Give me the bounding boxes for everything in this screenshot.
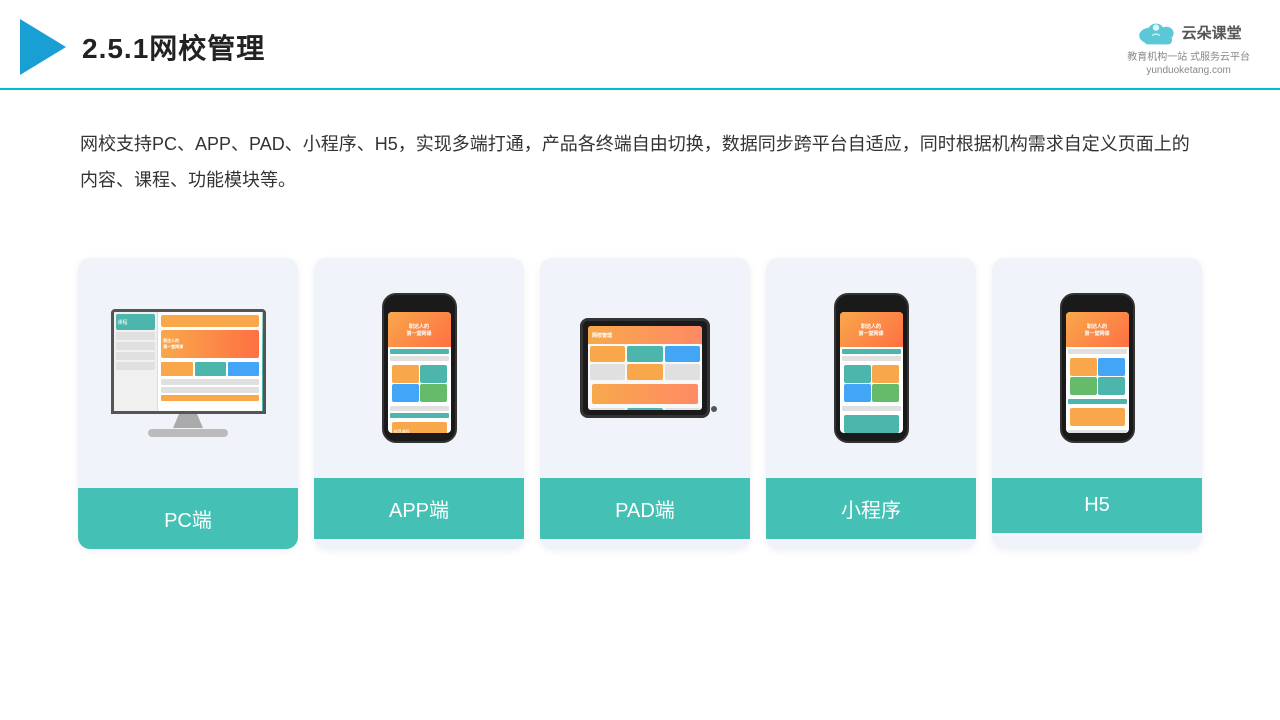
app-phone-mockup: 职达人的第一堂网课 推荐课程 (382, 293, 457, 443)
pad-content: 网校管理 (588, 326, 702, 410)
phone-banner: 职达人的第一堂网课 (388, 312, 451, 347)
pc-stand (173, 414, 203, 428)
brand-subtitle: 教育机构一站 式服务云平台 (1127, 48, 1250, 63)
tablet-wrapper: 网校管理 (580, 318, 710, 418)
pc-base (148, 429, 228, 437)
pc-label: PC端 (78, 488, 298, 549)
pc-image-area: 课程 职达人的第一堂网课 (78, 258, 298, 488)
brand-url: yunduoketang.com (1146, 65, 1231, 76)
h5-card: 职达人的第一堂网课 (992, 258, 1202, 549)
app-image-area: 职达人的第一堂网课 推荐课程 (314, 258, 524, 478)
pad-mockup: 网校管理 (580, 318, 710, 418)
h5-screen: 职达人的第一堂网课 (1066, 312, 1129, 433)
cards-container: 课程 职达人的第一堂网课 (0, 228, 1280, 569)
logo-triangle-icon (20, 19, 66, 75)
mini-phone-notch (860, 303, 882, 309)
brand-area: 云朵课堂 教育机构一站 式服务云平台 yunduoketang.com (1127, 18, 1250, 76)
pad-grid (588, 344, 702, 410)
pc-screen: 课程 职达人的第一堂网课 (111, 309, 266, 414)
header-left: 2.5.1网校管理 (20, 19, 265, 75)
mini-banner: 职达人的第一堂网课 (840, 312, 903, 347)
pad-header: 网校管理 (588, 326, 702, 344)
description-text: 网校支持PC、APP、PAD、小程序、H5，实现多端打通，产品各终端自由切换，数… (0, 90, 1280, 218)
app-screen: 职达人的第一堂网课 推荐课程 (388, 312, 451, 433)
app-label: APP端 (314, 478, 524, 539)
h5-phone-mockup: 职达人的第一堂网课 (1060, 293, 1135, 443)
brand-name: 云朵课堂 (1182, 22, 1242, 43)
h5-banner: 职达人的第一堂网课 (1066, 312, 1129, 347)
phone-notch (408, 303, 430, 309)
miniprogram-card: 职达人的第一堂网课 (766, 258, 976, 549)
h5-content (1066, 347, 1129, 433)
h5-phone-notch (1086, 303, 1108, 309)
mini-screen: 职达人的第一堂网课 (840, 312, 903, 433)
app-card: 职达人的第一堂网课 推荐课程 (314, 258, 524, 549)
page-title: 2.5.1网校管理 (82, 27, 265, 67)
miniprogram-phone-mockup: 职达人的第一堂网课 (834, 293, 909, 443)
pc-sidebar: 课程 (114, 312, 159, 411)
pc-mockup: 课程 职达人的第一堂网课 (111, 309, 266, 437)
h5-label: H5 (992, 478, 1202, 533)
header: 2.5.1网校管理 云朵课堂 教育机构一站 式服务云平台 yunduoketan… (0, 0, 1280, 90)
pad-image-area: 网校管理 (540, 258, 750, 478)
pc-card: 课程 职达人的第一堂网课 (78, 258, 298, 549)
mini-content (840, 347, 903, 433)
pc-content-header (161, 315, 259, 327)
h5-image-area: 职达人的第一堂网课 (992, 258, 1202, 478)
miniprogram-label: 小程序 (766, 478, 976, 539)
tablet-home-button (711, 406, 717, 412)
pad-screen: 网校管理 (588, 326, 702, 410)
pad-card: 网校管理 (540, 258, 750, 549)
cloud-icon (1136, 18, 1176, 46)
pad-label: PAD端 (540, 478, 750, 539)
pc-screen-content: 课程 职达人的第一堂网课 (114, 312, 263, 411)
app-content: 推荐课程 (388, 347, 451, 433)
brand-logo: 云朵课堂 (1136, 18, 1242, 46)
miniprogram-image-area: 职达人的第一堂网课 (766, 258, 976, 478)
pc-main-content: 职达人的第一堂网课 (158, 312, 262, 411)
